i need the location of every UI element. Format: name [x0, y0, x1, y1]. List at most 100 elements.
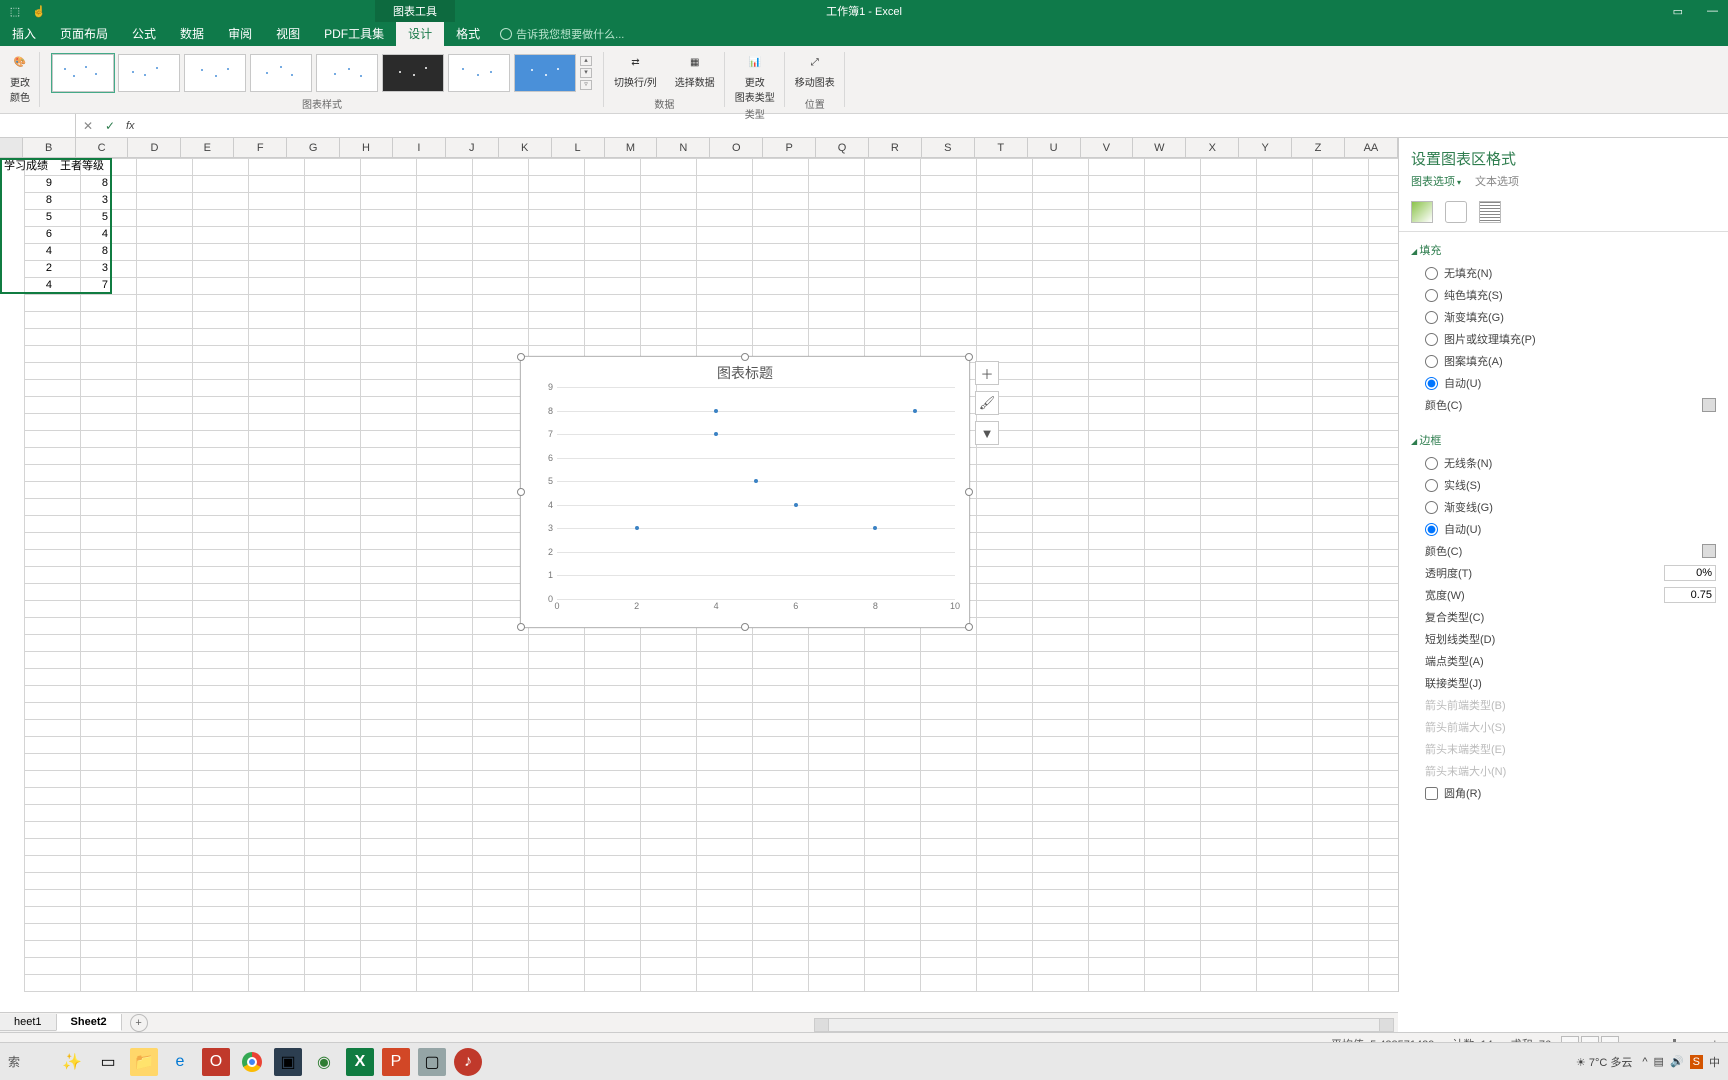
col-header[interactable]: I [393, 138, 446, 157]
col-header[interactable]: S [922, 138, 975, 157]
border-color[interactable]: 颜色(C) [1411, 540, 1716, 562]
col-header[interactable]: X [1186, 138, 1239, 157]
border-section-title[interactable]: 边框 [1411, 428, 1716, 452]
ribbon-display-icon[interactable]: ▭ [1673, 5, 1683, 18]
color-picker-icon[interactable] [1702, 544, 1716, 558]
tab-layout[interactable]: 页面布局 [48, 21, 120, 46]
cell[interactable]: 2 [0, 260, 56, 277]
cell[interactable]: 5 [56, 209, 112, 226]
data-point[interactable] [754, 479, 758, 483]
switch-row-col-button[interactable]: ⇄切换行/列 [610, 50, 661, 91]
col-header[interactable]: U [1028, 138, 1081, 157]
border-solid[interactable]: 实线(S) [1411, 474, 1716, 496]
resize-handle[interactable] [517, 353, 525, 361]
rounded-corners[interactable]: 圆角(R) [1411, 782, 1716, 804]
chart-style-4[interactable] [250, 54, 312, 92]
app-icon-3[interactable]: ▢ [418, 1048, 446, 1076]
resize-handle[interactable] [741, 353, 749, 361]
cell[interactable]: 3 [56, 192, 112, 209]
tab-review[interactable]: 审阅 [216, 21, 264, 46]
tab-pdf[interactable]: PDF工具集 [312, 21, 396, 46]
cell[interactable]: 王者等级 [56, 158, 112, 175]
border-transparency[interactable]: 透明度(T) [1411, 562, 1716, 584]
task-view-icon[interactable]: ▭ [94, 1048, 122, 1076]
text-options-tab[interactable]: 文本选项 [1475, 173, 1519, 189]
col-header[interactable]: M [605, 138, 658, 157]
chart-style-8[interactable] [514, 54, 576, 92]
confirm-icon[interactable]: ✓ [102, 119, 118, 133]
col-header[interactable]: Z [1292, 138, 1345, 157]
chevron-up-icon[interactable]: ▴ [580, 56, 592, 66]
weather-widget[interactable]: ☀ 7°C 多云 [1576, 1054, 1632, 1070]
file-explorer-icon[interactable]: 📁 [130, 1048, 158, 1076]
tab-formula[interactable]: 公式 [120, 21, 168, 46]
border-auto[interactable]: 自动(U) [1411, 518, 1716, 540]
data-point[interactable] [635, 526, 639, 530]
spreadsheet-grid[interactable]: BCDEFGHIJKLMNOPQRSTUVWXYZAA 学习成绩王者等级9883… [0, 138, 1398, 992]
cell[interactable]: 6 [0, 226, 56, 243]
fill-gradient[interactable]: 渐变填充(G) [1411, 306, 1716, 328]
col-header[interactable]: L [552, 138, 605, 157]
chart-title[interactable]: 图表标题 [521, 357, 969, 387]
tray-network-icon[interactable]: ▤ [1654, 1055, 1664, 1068]
app-icon[interactable]: O [202, 1048, 230, 1076]
col-header[interactable]: C [76, 138, 129, 157]
save-icon[interactable]: ⬚ [8, 4, 22, 18]
col-header[interactable]: B [23, 138, 76, 157]
tray-volume-icon[interactable]: 🔊 [1670, 1055, 1684, 1068]
fill-none[interactable]: 无填充(N) [1411, 262, 1716, 284]
chart-style-2[interactable] [118, 54, 180, 92]
data-point[interactable] [714, 409, 718, 413]
chart-styles-button[interactable]: 🖌 [975, 391, 999, 415]
col-header[interactable]: J [446, 138, 499, 157]
chrome-icon[interactable] [238, 1048, 266, 1076]
col-header[interactable]: Q [816, 138, 869, 157]
col-header[interactable]: G [287, 138, 340, 157]
col-header[interactable]: R [869, 138, 922, 157]
border-gradient[interactable]: 渐变线(G) [1411, 496, 1716, 518]
chart-filter-button[interactable]: ▼ [975, 421, 999, 445]
fill-pattern[interactable]: 图案填充(A) [1411, 350, 1716, 372]
select-data-button[interactable]: ▦选择数据 [671, 50, 719, 91]
taskbar-search[interactable]: 索 [8, 1053, 50, 1070]
col-header[interactable]: Y [1239, 138, 1292, 157]
border-compound[interactable]: 复合类型(C) [1411, 606, 1716, 628]
col-header[interactable]: O [710, 138, 763, 157]
tab-data[interactable]: 数据 [168, 21, 216, 46]
chart-style-7[interactable] [448, 54, 510, 92]
wechat-icon[interactable]: ◉ [310, 1048, 338, 1076]
border-join[interactable]: 联接类型(J) [1411, 672, 1716, 694]
col-header[interactable]: N [657, 138, 710, 157]
cell[interactable]: 4 [0, 243, 56, 260]
tab-insert[interactable]: 插入 [0, 21, 48, 46]
cell[interactable]: 8 [0, 192, 56, 209]
change-colors-button[interactable]: 🎨 更改 颜色 [6, 50, 34, 106]
cell[interactable]: 9 [0, 175, 56, 192]
tray-chevron-icon[interactable]: ^ [1642, 1056, 1647, 1068]
cancel-icon[interactable]: ✕ [80, 119, 96, 133]
col-header[interactable]: V [1081, 138, 1134, 157]
excel-icon[interactable]: X [346, 1048, 374, 1076]
netease-icon[interactable]: ♪ [454, 1048, 482, 1076]
copilot-icon[interactable]: ✨ [58, 1048, 86, 1076]
col-header[interactable]: W [1133, 138, 1186, 157]
powerpoint-icon[interactable]: P [382, 1048, 410, 1076]
fill-color[interactable]: 颜色(C) [1411, 394, 1716, 416]
tray-ime-icon[interactable]: S [1690, 1055, 1703, 1069]
chevron-expand-icon[interactable]: ▿ [580, 80, 592, 90]
cell[interactable]: 学习成绩 [0, 158, 56, 175]
resize-handle[interactable] [517, 488, 525, 496]
cell[interactable]: 3 [56, 260, 112, 277]
tab-format[interactable]: 格式 [444, 21, 492, 46]
border-cap[interactable]: 端点类型(A) [1411, 650, 1716, 672]
size-props-icon[interactable] [1479, 201, 1501, 223]
chart-style-5[interactable] [316, 54, 378, 92]
plot-area[interactable]: 01234567890246810 [557, 387, 955, 599]
cell[interactable]: 5 [0, 209, 56, 226]
col-header[interactable]: E [181, 138, 234, 157]
sheet-tab-1[interactable]: heet1 [0, 1014, 57, 1031]
col-header[interactable]: D [128, 138, 181, 157]
move-chart-button[interactable]: ⤢移动图表 [791, 50, 839, 91]
chart-options-tab[interactable]: 图表选项 [1411, 173, 1461, 189]
col-header[interactable]: AA [1345, 138, 1398, 157]
